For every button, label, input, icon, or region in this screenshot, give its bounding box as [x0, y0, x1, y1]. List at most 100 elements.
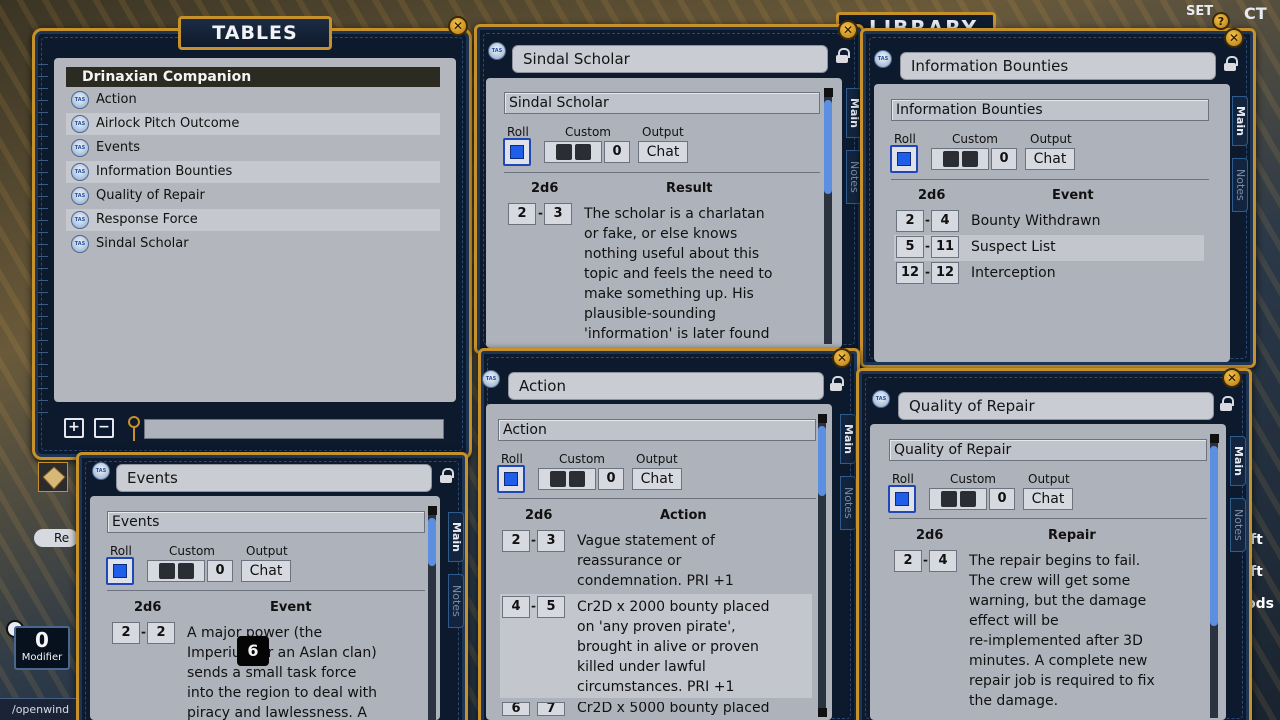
tab-main[interactable]: Main: [840, 414, 856, 464]
result-text: Vague statement of reassurance or condemna…: [577, 533, 734, 589]
result-text: The repair begins to fail. The crew will …: [969, 553, 1155, 709]
custom-label: Custom: [559, 452, 605, 466]
search-icon[interactable]: [126, 416, 142, 442]
custom-count-input[interactable]: 0: [991, 148, 1017, 170]
scroll-thumb[interactable]: [818, 426, 826, 496]
tab-notes[interactable]: Notes: [448, 574, 464, 628]
chat-output-button[interactable]: Chat: [241, 560, 291, 582]
tab-notes[interactable]: Notes: [1230, 498, 1246, 552]
roll-label: Roll: [501, 452, 523, 466]
remove-table-button[interactable]: −: [94, 418, 114, 438]
repair-close-icon[interactable]: ✕: [1222, 368, 1242, 388]
custom-count-input[interactable]: 0: [604, 141, 630, 163]
chat-output-button[interactable]: Chat: [632, 468, 682, 490]
table-item-events[interactable]: TAS Events: [66, 137, 440, 159]
range-from: 12: [896, 262, 924, 284]
range-to: 4: [931, 210, 959, 232]
tas-icon: TAS: [92, 462, 110, 480]
help-icon[interactable]: ?: [1212, 12, 1230, 30]
custom-dice-button[interactable]: [929, 488, 987, 510]
roll-label: Roll: [892, 472, 914, 486]
scroll-cap: [1210, 434, 1219, 443]
lock-icon[interactable]: [1220, 396, 1234, 411]
output-label: Output: [1030, 132, 1072, 146]
tas-icon: TAS: [872, 390, 890, 408]
scroll-thumb[interactable]: [824, 100, 832, 194]
roll-label: Roll: [507, 125, 529, 139]
chat-output-button[interactable]: Chat: [638, 141, 688, 163]
sindal-subtitle: Sindal Scholar: [504, 92, 820, 114]
tables-title: TABLES: [178, 16, 332, 50]
tab-main[interactable]: Main: [448, 512, 464, 562]
event-column-header: Event: [270, 600, 312, 615]
lock-icon[interactable]: [1224, 56, 1238, 71]
custom-dice-button[interactable]: [147, 560, 205, 582]
add-table-button[interactable]: +: [64, 418, 84, 438]
tas-icon: TAS: [488, 42, 506, 60]
lock-icon[interactable]: [836, 48, 850, 63]
custom-dice-button[interactable]: [931, 148, 989, 170]
tab-notes[interactable]: Notes: [1232, 158, 1248, 212]
custom-dice-button[interactable]: [544, 141, 602, 163]
roll-label: Roll: [110, 544, 132, 558]
reset-fragment[interactable]: Re: [34, 529, 78, 547]
portrait-icon[interactable]: [38, 462, 68, 492]
tab-notes[interactable]: Notes: [840, 476, 856, 530]
events-title: Events: [116, 464, 432, 492]
output-label: Output: [636, 452, 678, 466]
custom-count-input[interactable]: 0: [989, 488, 1015, 510]
group-header[interactable]: Drinaxian Companion: [66, 67, 440, 87]
info-close-icon[interactable]: ✕: [1224, 28, 1244, 48]
range-to: 11: [931, 236, 959, 258]
filter-input[interactable]: [144, 419, 444, 439]
tab-main[interactable]: Main: [1232, 96, 1248, 146]
chat-output-button[interactable]: Chat: [1023, 488, 1073, 510]
dice-column-header: 2d6: [525, 508, 553, 523]
sindal-close-icon[interactable]: ✕: [838, 20, 858, 40]
ct-label[interactable]: CT: [1244, 4, 1267, 23]
scroll-cap: [818, 708, 827, 717]
lock-icon[interactable]: [440, 468, 454, 483]
divider: [889, 518, 1207, 519]
action-close-icon[interactable]: ✕: [832, 348, 852, 368]
chat-output-button[interactable]: Chat: [1025, 148, 1075, 170]
table-item-airlock[interactable]: TAS Airlock Pitch Outcome: [66, 113, 440, 135]
tables-close-icon[interactable]: ✕: [448, 16, 468, 36]
dice-column-header: 2d6: [918, 188, 946, 203]
table-item-repair[interactable]: TAS Quality of Repair: [66, 185, 440, 207]
result-text: The scholar is a charlatan or fake, or el…: [584, 206, 773, 342]
table-item-response[interactable]: TAS Response Force: [66, 209, 440, 231]
output-label: Output: [642, 125, 684, 139]
table-item-action[interactable]: TAS Action: [66, 89, 440, 111]
divider: [504, 172, 820, 173]
tas-icon: TAS: [71, 91, 89, 109]
set-label[interactable]: SET: [1186, 4, 1213, 19]
result-text: Interception: [971, 265, 1056, 281]
roll-button[interactable]: [888, 485, 916, 513]
output-label: Output: [1028, 472, 1070, 486]
roll-button[interactable]: [497, 465, 525, 493]
scroll-thumb[interactable]: [428, 518, 436, 566]
range-dash: -: [925, 265, 930, 279]
roll-button[interactable]: [890, 145, 918, 173]
custom-count-input[interactable]: 0: [598, 468, 624, 490]
lock-icon[interactable]: [830, 376, 844, 391]
tas-icon: TAS: [482, 370, 500, 388]
roll-button[interactable]: [503, 138, 531, 166]
result-text: Suspect List: [971, 239, 1056, 255]
custom-count-input[interactable]: 0: [207, 560, 233, 582]
table-item-info[interactable]: TAS Information Bounties: [66, 161, 440, 183]
custom-label: Custom: [169, 544, 215, 558]
range-from: 2: [112, 622, 140, 644]
range-dash: -: [141, 625, 146, 639]
roll-button[interactable]: [106, 557, 134, 585]
sindal-title: Sindal Scholar: [512, 45, 828, 73]
action-column-header: Action: [660, 508, 707, 523]
custom-dice-button[interactable]: [538, 468, 596, 490]
scroll-thumb[interactable]: [1210, 446, 1218, 626]
events-subtitle: Events: [107, 511, 425, 533]
table-item-sindal[interactable]: TAS Sindal Scholar: [66, 233, 440, 255]
tab-main[interactable]: Main: [1230, 436, 1246, 486]
range-to: 12: [931, 262, 959, 284]
modifier-box[interactable]: 0 Modifier: [14, 626, 70, 670]
